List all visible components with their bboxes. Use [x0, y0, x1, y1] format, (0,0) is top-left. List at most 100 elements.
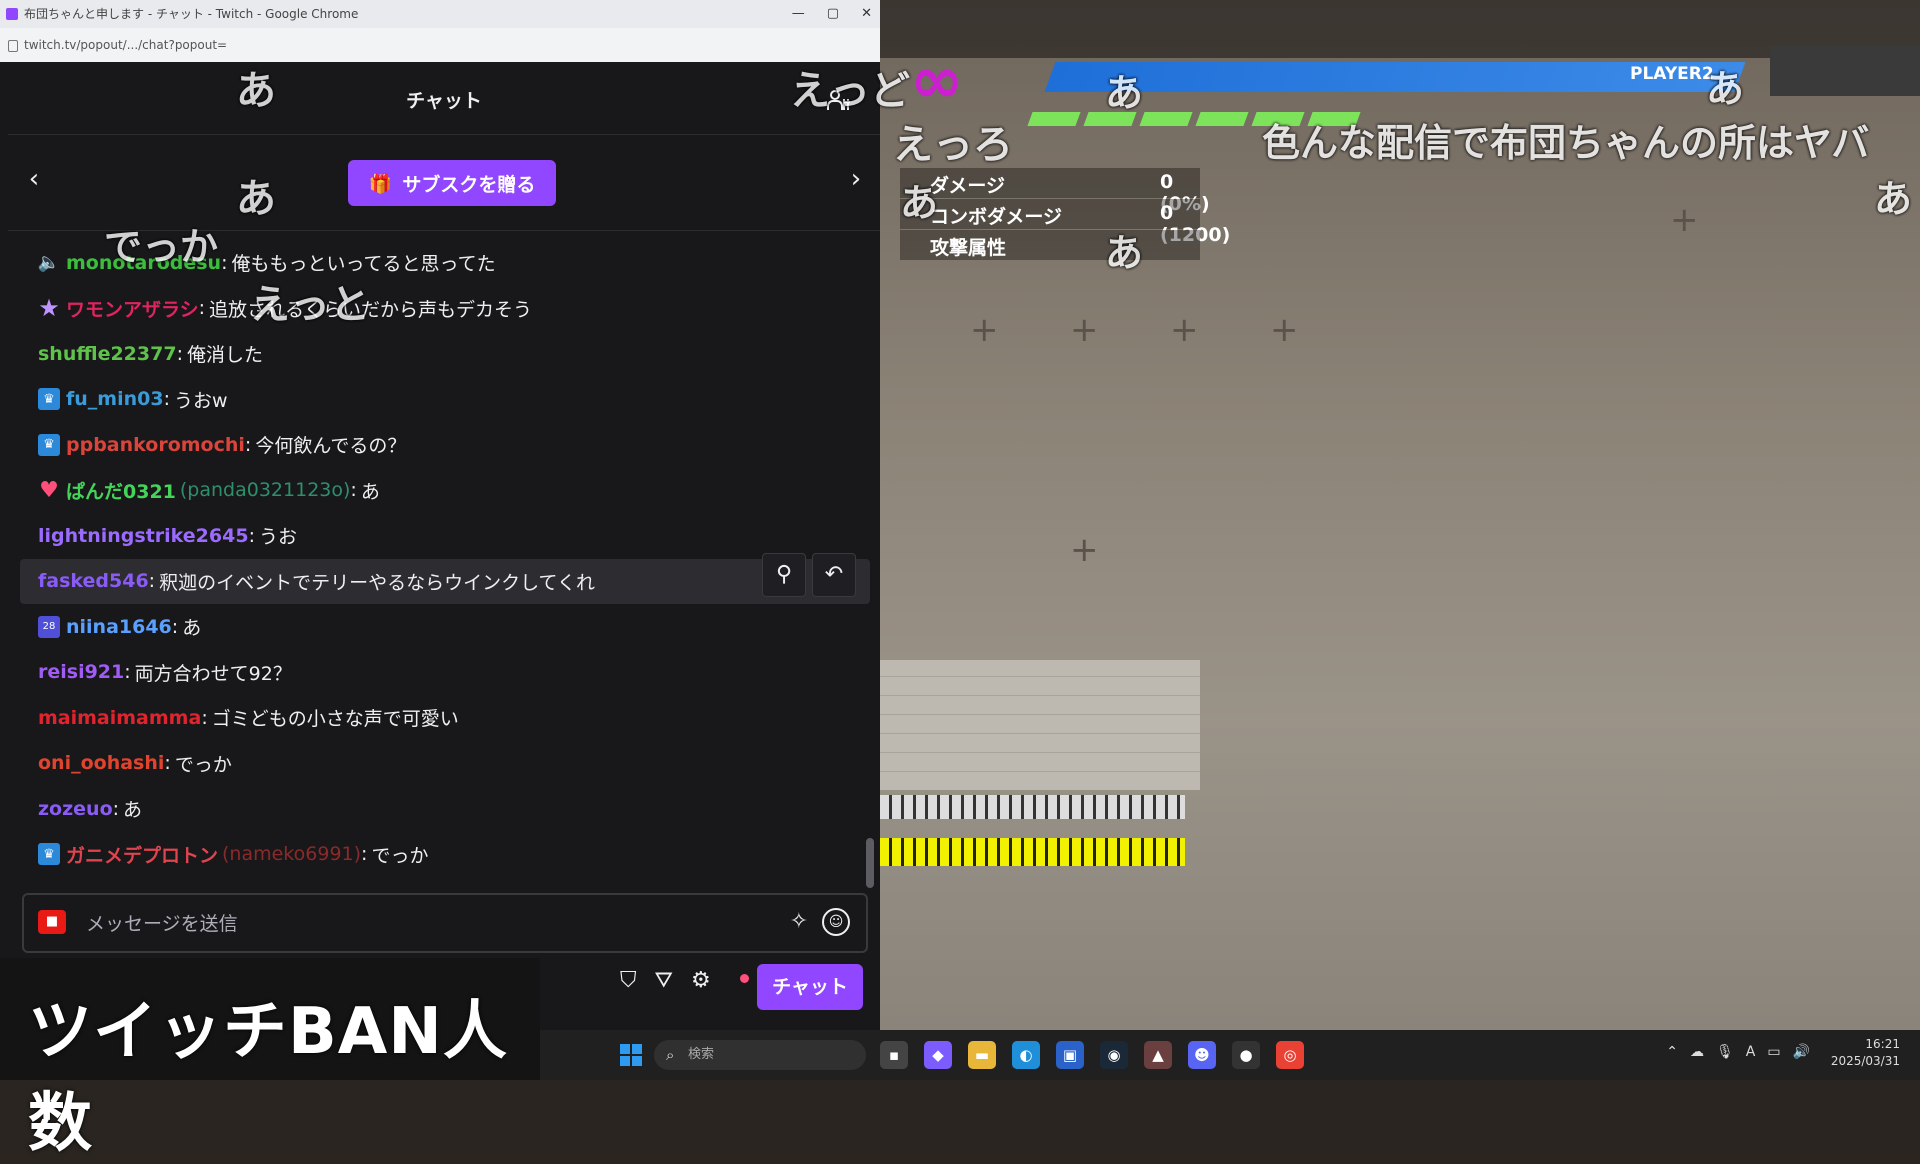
- pin-icon[interactable]: ⚲: [762, 552, 806, 597]
- display-icon[interactable]: ▭: [1767, 1044, 1780, 1060]
- chat-message[interactable]: ★ ワモンアザラシ: 追放されるくらいだから声もデカそう: [20, 286, 870, 332]
- network-icon[interactable]: ☁: [1690, 1044, 1704, 1060]
- chat-text: うお: [258, 526, 297, 549]
- notification-dot: [740, 974, 749, 983]
- file-explorer-icon[interactable]: ▬: [968, 1041, 996, 1069]
- window-title: 布団ちゃんと申します - チャット - Twitch - Google Chro…: [24, 7, 359, 21]
- sub-badge-icon[interactable]: ♛: [38, 433, 60, 456]
- chat-message[interactable]: ♥ ぱんだ0321 (panda0321123o): あ: [20, 468, 870, 514]
- chat-message[interactable]: ♛ ppbankoromochi: 今何飲んでるの？: [20, 422, 870, 468]
- chat-username[interactable]: shuffle22377: [38, 343, 177, 365]
- chat-login: (panda0321123o): [179, 479, 351, 502]
- mute-badge-icon[interactable]: 🔈: [38, 252, 60, 274]
- chat-separator: :: [221, 251, 228, 274]
- moderation-icon[interactable]: ⛛: [655, 968, 673, 993]
- taskbar-search[interactable]: ⌕ 検索: [654, 1040, 866, 1070]
- minimize-icon[interactable]: —: [792, 0, 805, 28]
- drive-segment: [1027, 112, 1081, 126]
- edge-icon[interactable]: ◐: [1012, 1041, 1040, 1069]
- gift-sub-button[interactable]: 🎁 サブスクを贈る: [348, 160, 556, 206]
- chat-username[interactable]: fasked546: [38, 570, 149, 592]
- taskbar-apps: ▪ ◆ ▬ ◐ ▣ ◉ ▲ ☻ ● ◎: [880, 1041, 1304, 1069]
- chat-text: あ: [182, 617, 202, 640]
- chat-username[interactable]: zozeuo: [38, 798, 113, 820]
- chat-separator: :: [248, 524, 255, 547]
- bits-icon[interactable]: ✧: [790, 909, 808, 934]
- steam-icon[interactable]: ◉: [1100, 1041, 1128, 1069]
- reply-icon[interactable]: ↶: [812, 552, 856, 597]
- chrome-icon[interactable]: ◎: [1276, 1041, 1304, 1069]
- close-icon[interactable]: ✕: [861, 0, 872, 28]
- stage-grid-mark: +: [1070, 310, 1099, 350]
- chat-separator: :: [112, 797, 120, 820]
- chat-username[interactable]: fu_min03: [66, 388, 164, 410]
- training-info: ダメージ 0 (0%) コンボダメージ 0 (1200) 攻撃属性: [900, 168, 1230, 261]
- chat-username[interactable]: ガニメデプロトン: [66, 841, 218, 868]
- chat-text: 俺消した: [186, 344, 263, 367]
- chevron-right-icon[interactable]: ›: [844, 164, 868, 194]
- chat-message[interactable]: lightningstrike2645: うお: [20, 513, 870, 559]
- windows-start-icon[interactable]: [620, 1044, 642, 1066]
- drive-segment: [1195, 112, 1249, 126]
- chat-text: 今何飲んでるの？: [255, 435, 407, 458]
- chat-message[interactable]: fasked546: 釈迦のイベントでテリーやるならウインクしてくれ ⚲ ↶: [20, 552, 870, 604]
- caption-banner: ツイッチBAN人数: [0, 958, 540, 1161]
- game-top-strip: [880, 0, 1920, 58]
- gear-icon[interactable]: ⚙: [691, 968, 711, 993]
- danmaku-comment: えっと: [250, 282, 370, 328]
- emote-picker-icon[interactable]: ☺: [822, 908, 850, 936]
- chat-username[interactable]: lightningstrike2645: [38, 525, 249, 547]
- chat-message[interactable]: shuffle22377: 俺消した: [20, 331, 870, 377]
- chevron-left-icon[interactable]: ‹: [22, 164, 46, 194]
- address-bar[interactable]: twitch.tv/popout/.../chat?popout=: [0, 28, 880, 62]
- chat-send-button[interactable]: チャット: [757, 964, 863, 1010]
- chat-scrollbar[interactable]: [866, 838, 874, 888]
- shield-icon[interactable]: ⛉: [620, 968, 637, 993]
- volume-icon[interactable]: 🔊: [1793, 1044, 1810, 1060]
- sub-badge-icon[interactable]: ♛: [38, 843, 60, 866]
- copilot-icon[interactable]: ◆: [924, 1041, 952, 1069]
- lock-icon: [8, 40, 18, 52]
- character-portrait: [1770, 46, 1920, 96]
- chat-tools: ⛉ ⛛ ⚙: [620, 968, 711, 993]
- chat-username[interactable]: ワモンアザラシ: [66, 295, 199, 322]
- chat-message[interactable]: oni_oohashi: でっか: [20, 741, 870, 787]
- chat-message[interactable]: 28 niina1646: あ: [20, 604, 870, 650]
- player-name: PLAYER2: [1630, 64, 1714, 84]
- chat-username[interactable]: niina1646: [66, 616, 172, 638]
- chevron-up-icon[interactable]: ⌃: [1666, 1044, 1678, 1060]
- chat-message[interactable]: ♛ fu_min03: うおw: [20, 377, 870, 423]
- chat-text: でっか: [371, 844, 429, 867]
- store-icon[interactable]: ▣: [1056, 1041, 1084, 1069]
- task-view-icon[interactable]: ▪: [880, 1041, 908, 1069]
- chat-input[interactable]: ■ メッセージを送信 ✧ ☺: [22, 893, 868, 953]
- chat-username[interactable]: ppbankoromochi: [66, 434, 245, 456]
- chat-message[interactable]: maimaimamma: ゴミどもの小さな声で可愛い: [20, 695, 870, 741]
- chat-separator: :: [164, 752, 171, 775]
- ime-icon[interactable]: A: [1746, 1044, 1756, 1060]
- chat-username[interactable]: ぱんだ0321: [66, 477, 176, 504]
- chat-username[interactable]: reisi921: [38, 661, 124, 683]
- training-label: 攻撃属性: [930, 237, 1007, 259]
- star-badge-icon[interactable]: ★: [38, 294, 60, 322]
- sub-badge-icon[interactable]: ♛: [38, 388, 60, 411]
- heart-badge-icon[interactable]: ♥: [38, 478, 60, 503]
- taskbar-search-placeholder: 検索: [688, 1047, 715, 1062]
- chat-message[interactable]: ♛ ガニメデプロトン (nameko6991): でっか: [20, 832, 870, 878]
- danmaku-comment: あ: [1105, 231, 1144, 275]
- app-icon[interactable]: ▲: [1144, 1041, 1172, 1069]
- chat-input-placeholder: メッセージを送信: [86, 913, 238, 935]
- obs-icon[interactable]: ●: [1232, 1041, 1260, 1069]
- camera-icon[interactable]: ■: [38, 910, 66, 934]
- clock[interactable]: 16:21 2025/03/31: [1831, 1036, 1900, 1070]
- microphone-icon[interactable]: 🎙: [1716, 1044, 1734, 1060]
- chat-message[interactable]: zozeuo: あ: [20, 786, 870, 832]
- discord-icon[interactable]: ☻: [1188, 1041, 1216, 1069]
- blue-badge-icon[interactable]: 28: [38, 615, 60, 638]
- chat-text: 釈迦のイベントでテリーやるならウインクしてくれ: [159, 571, 595, 594]
- chat-message[interactable]: reisi921: 両方合わせて92？: [20, 650, 870, 696]
- maximize-icon[interactable]: ▢: [827, 0, 839, 28]
- chat-username[interactable]: oni_oohashi: [38, 752, 164, 774]
- chat-username[interactable]: maimaimamma: [38, 707, 201, 729]
- windows-taskbar: ⌕ 検索 ▪ ◆ ▬ ◐ ▣ ◉ ▲ ☻ ● ◎ ⌃ ☁ 🎙 A ▭ 🔊 16:…: [540, 1030, 1920, 1080]
